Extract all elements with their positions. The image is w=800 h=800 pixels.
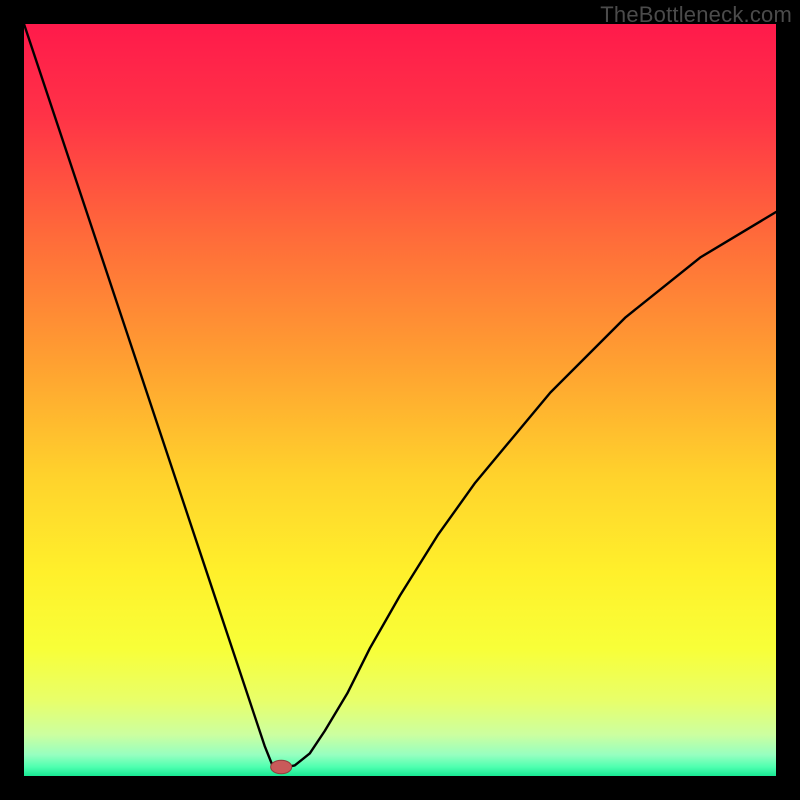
minimum-marker xyxy=(271,760,292,774)
gradient-background xyxy=(24,24,776,776)
chart-frame: TheBottleneck.com xyxy=(0,0,800,800)
plot-area xyxy=(24,24,776,776)
plot-svg xyxy=(24,24,776,776)
